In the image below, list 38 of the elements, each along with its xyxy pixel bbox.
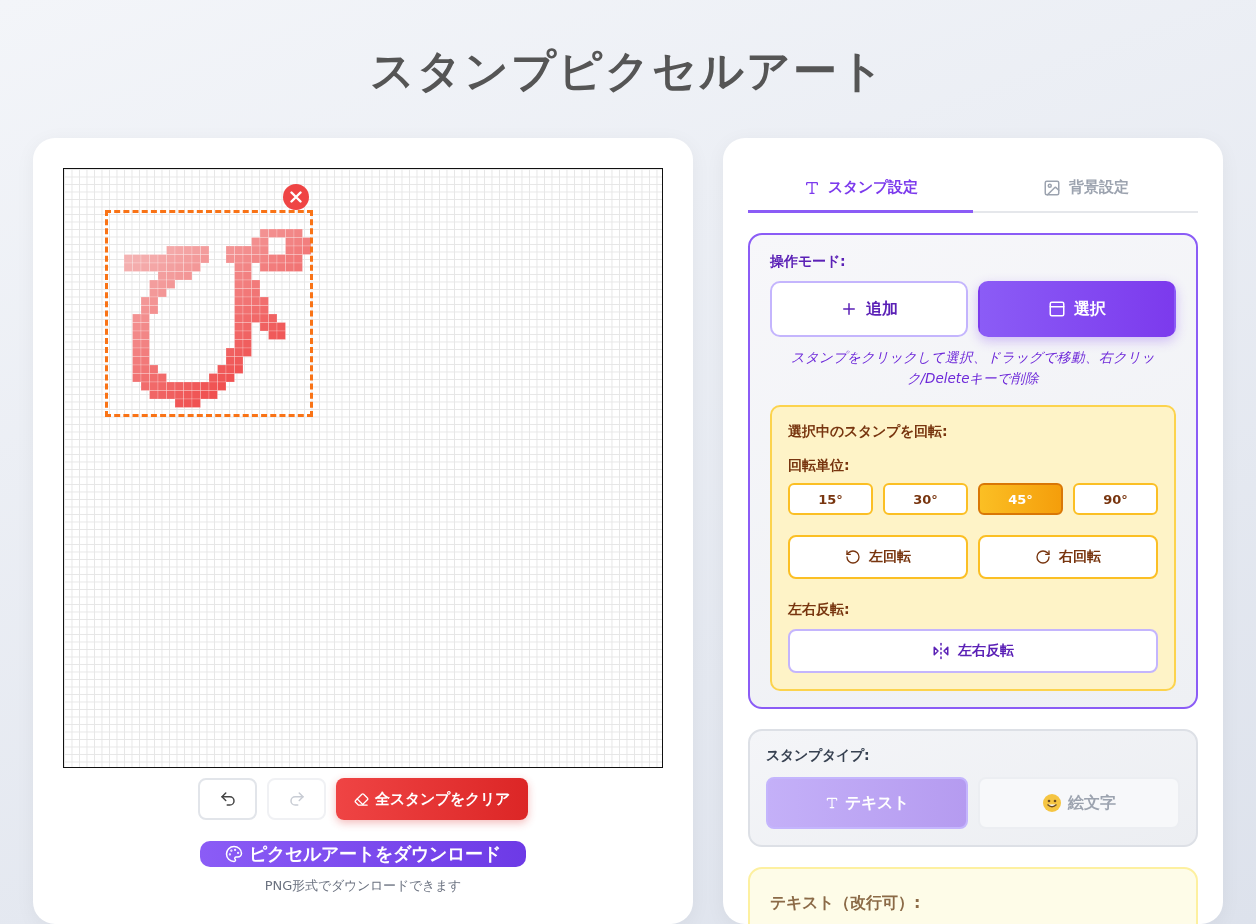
window-icon (1048, 300, 1066, 318)
palette-icon (225, 845, 243, 863)
flip-button[interactable]: 左右反転 (788, 629, 1158, 673)
pixel-canvas[interactable] (63, 168, 663, 768)
download-note: PNG形式でダウンロードできます (264, 877, 462, 895)
flip-icon (932, 642, 950, 660)
redo-icon (287, 790, 306, 808)
rotate-left-icon (845, 549, 861, 565)
download-button[interactable]: ピクセルアートをダウンロード (200, 841, 526, 867)
page-title: スタンプピクセルアート (370, 44, 886, 98)
plus-icon (840, 300, 858, 318)
rotate-unit-label: 回転単位: (788, 457, 851, 475)
rotate-button[interactable]: 左回転 (788, 535, 968, 579)
pixel-stamp-drawing[interactable] (124, 229, 311, 408)
image-icon (1042, 178, 1061, 197)
text-icon (825, 796, 839, 810)
rotate-button[interactable]: 右回転 (978, 535, 1158, 579)
mode-button[interactable]: 選択 (978, 281, 1176, 337)
rotate-title: 選択中のスタンプを回転: (788, 423, 949, 441)
flip-label: 左右反転: (788, 601, 851, 619)
close-icon (290, 191, 302, 203)
delete-stamp-button[interactable] (283, 184, 309, 210)
rotate-unit-button[interactable]: 15° (788, 483, 873, 515)
smiley-icon (1042, 793, 1062, 813)
mode-button[interactable]: 追加 (770, 281, 968, 337)
eraser-icon (354, 791, 369, 807)
clear-all-button[interactable]: 全スタンプをクリア (336, 778, 528, 820)
undo-icon (218, 790, 237, 808)
rotate-unit-button[interactable]: 30° (883, 483, 968, 515)
text-icon (803, 179, 820, 196)
rotate-unit-button[interactable]: 90° (1073, 483, 1158, 515)
mode-hint: スタンプをクリックして選択、ドラッグで移動、右クリック/Deleteキーで削除 (790, 348, 1156, 388)
text-field-label: テキスト（改行可）: (770, 893, 922, 914)
undo-button[interactable] (198, 778, 257, 820)
settings-tab[interactable]: スタンプ設定 (748, 165, 973, 213)
stamp-type-label: スタンプタイプ: (766, 747, 871, 765)
mode-label: 操作モード: (770, 253, 847, 271)
rotate-right-icon (1035, 549, 1051, 565)
